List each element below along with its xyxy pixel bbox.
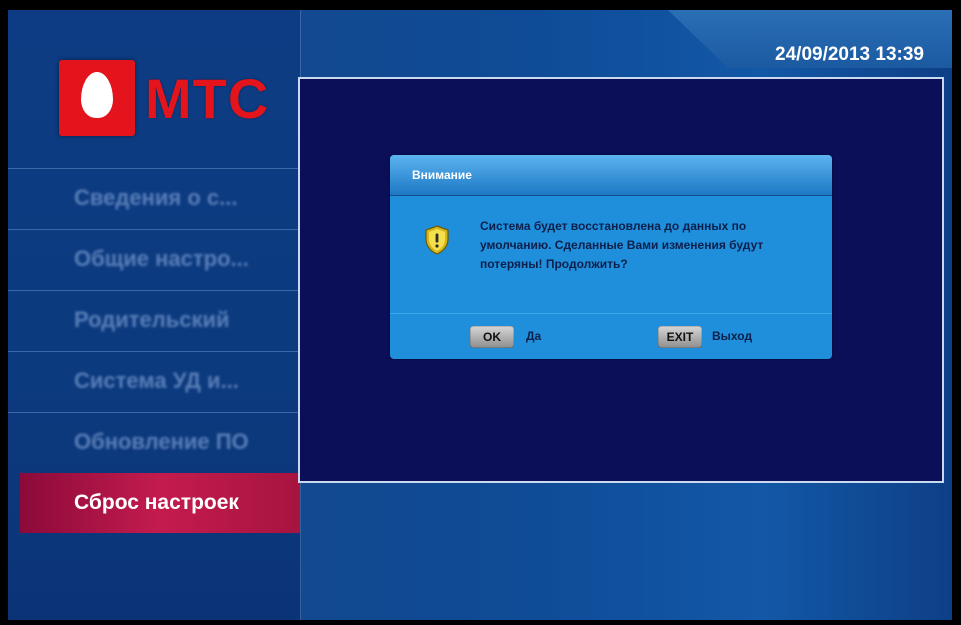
exit-label[interactable]: Выход bbox=[712, 329, 752, 343]
confirm-dialog: Внимание Система будет восстановлена до … bbox=[390, 155, 832, 359]
logo-box bbox=[59, 60, 135, 136]
menu-item-label: Обновление ПО bbox=[74, 429, 249, 454]
settings-menu: Сведения о с... Общие настро... Родитель… bbox=[8, 168, 300, 533]
mts-logo: МТС bbox=[59, 60, 268, 136]
dialog-title-bar: Внимание bbox=[390, 155, 832, 196]
dialog-title: Внимание bbox=[412, 168, 472, 182]
ok-key[interactable]: OK bbox=[470, 326, 514, 348]
logo-text: МТС bbox=[145, 67, 270, 130]
menu-item-label: Общие настро... bbox=[74, 246, 249, 271]
menu-item-factory-reset[interactable]: Сброс настроек bbox=[20, 473, 300, 533]
menu-item-label: Сброс настроек bbox=[74, 491, 239, 514]
menu-item-info[interactable]: Сведения о с... bbox=[8, 168, 300, 229]
menu-item-general-settings[interactable]: Общие настро... bbox=[8, 229, 300, 290]
egg-icon bbox=[81, 72, 113, 118]
exit-key[interactable]: EXIT bbox=[658, 326, 702, 348]
warning-shield-icon bbox=[425, 225, 449, 255]
menu-item-access-system[interactable]: Система УД и... bbox=[8, 351, 300, 412]
divider bbox=[390, 313, 832, 314]
menu-item-label: Сведения о с... bbox=[74, 185, 238, 210]
sidebar: МТС Сведения о с... Общие настро... Роди… bbox=[8, 10, 301, 620]
menu-item-label: Родительский bbox=[74, 307, 230, 332]
ok-label[interactable]: Да bbox=[526, 329, 541, 343]
menu-item-label: Система УД и... bbox=[74, 368, 239, 393]
menu-item-software-update[interactable]: Обновление ПО bbox=[8, 412, 300, 473]
datetime: 24/09/2013 13:39 bbox=[775, 44, 924, 65]
menu-item-parental[interactable]: Родительский bbox=[8, 290, 300, 351]
dialog-message: Система будет восстановлена до данных по… bbox=[480, 219, 764, 271]
tv-screen: МТС Сведения о с... Общие настро... Роди… bbox=[8, 10, 952, 620]
